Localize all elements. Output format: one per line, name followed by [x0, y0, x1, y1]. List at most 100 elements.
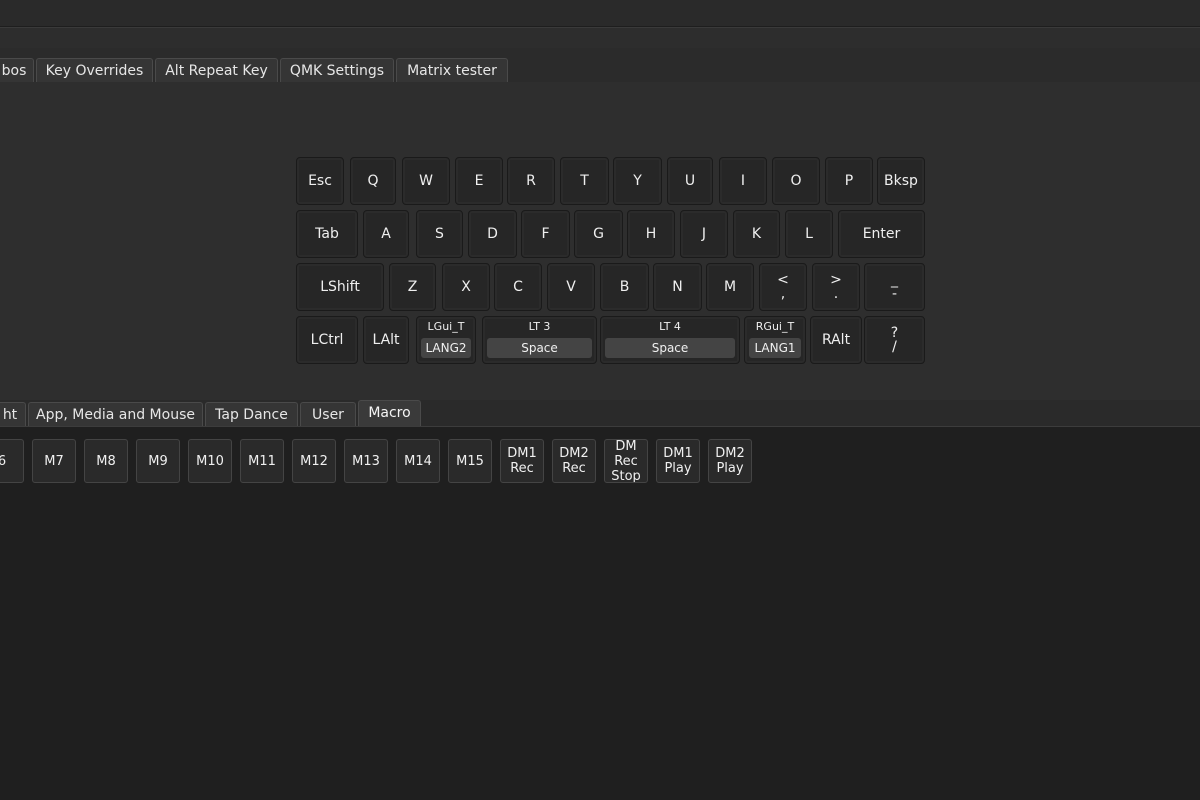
key-d[interactable]: D	[468, 210, 517, 258]
key-lalt[interactable]: LAlt	[363, 316, 409, 364]
key-enter[interactable]: Enter	[838, 210, 925, 258]
macro-key-dm1-play[interactable]: DM1 Play	[656, 439, 700, 483]
key-lgui-t[interactable]: LGui_T LANG2	[416, 316, 476, 364]
key-label: P	[844, 173, 854, 189]
macro-key-dm-rec-stop[interactable]: DM Rec Stop	[604, 439, 648, 483]
macro-key-m15[interactable]: M15	[448, 439, 492, 483]
key-label: T	[580, 173, 589, 189]
macro-key-dm1-rec[interactable]: DM1 Rec	[500, 439, 544, 483]
key-k[interactable]: K	[733, 210, 780, 258]
macro-key-6[interactable]: 6	[0, 439, 24, 483]
toolbar	[0, 27, 1200, 48]
macro-key-m7[interactable]: M7	[32, 439, 76, 483]
key-c[interactable]: C	[494, 263, 542, 311]
key-j[interactable]: J	[680, 210, 728, 258]
key-ralt[interactable]: RAlt	[810, 316, 862, 364]
key-r3-7[interactable]: ? /	[864, 316, 925, 364]
tab-qmk-settings[interactable]: QMK Settings	[280, 58, 394, 82]
tab-tap-dance[interactable]: Tap Dance	[205, 402, 298, 426]
key-b[interactable]: B	[600, 263, 649, 311]
macro-key-m8[interactable]: M8	[84, 439, 128, 483]
tab-combos[interactable]: bos	[0, 58, 34, 82]
key-q[interactable]: Q	[350, 157, 396, 205]
key-label: ? /	[890, 325, 899, 355]
tab-key-overrides[interactable]: Key Overrides	[36, 58, 153, 82]
key-label: J	[701, 226, 707, 242]
key-label: E	[474, 173, 484, 189]
key-label: > .	[830, 272, 842, 302]
key-x[interactable]: X	[442, 263, 490, 311]
macro-key-dm2-rec[interactable]: DM2 Rec	[552, 439, 596, 483]
key-u[interactable]: U	[667, 157, 713, 205]
key-modifier-label: LGui_T	[427, 320, 465, 333]
key-y[interactable]: Y	[613, 157, 662, 205]
key-tap-label: Space	[487, 338, 592, 358]
key-label: M	[723, 279, 737, 295]
macro-key-m10[interactable]: M10	[188, 439, 232, 483]
key-bksp[interactable]: Bksp	[877, 157, 925, 205]
key-label: O	[790, 173, 802, 189]
key-v[interactable]: V	[547, 263, 595, 311]
tab-app-media-mouse[interactable]: App, Media and Mouse	[28, 402, 203, 426]
key-n[interactable]: N	[653, 263, 702, 311]
tab-alt-repeat-key[interactable]: Alt Repeat Key	[155, 58, 278, 82]
key-label: C	[513, 279, 523, 295]
key-f[interactable]: F	[521, 210, 570, 258]
top-tab-bar: bos Key Overrides Alt Repeat Key QMK Set…	[0, 48, 1200, 82]
key-z[interactable]: Z	[389, 263, 436, 311]
key-r[interactable]: R	[507, 157, 555, 205]
key-o[interactable]: O	[772, 157, 820, 205]
key-esc[interactable]: Esc	[296, 157, 344, 205]
key-e[interactable]: E	[455, 157, 503, 205]
tab-matrix-tester[interactable]: Matrix tester	[396, 58, 508, 82]
key-p[interactable]: P	[825, 157, 873, 205]
tab-user[interactable]: User	[300, 402, 356, 426]
key-modifier-label: LT 4	[659, 320, 681, 333]
key-lt-3[interactable]: LT 3 Space	[482, 316, 597, 364]
key-w[interactable]: W	[402, 157, 450, 205]
key-t[interactable]: T	[560, 157, 609, 205]
key-label: W	[419, 173, 433, 189]
key-label: Bksp	[884, 173, 918, 189]
key-i[interactable]: I	[719, 157, 767, 205]
key-lctrl[interactable]: LCtrl	[296, 316, 358, 364]
key-label: Enter	[862, 226, 901, 242]
key-label: Q	[367, 173, 379, 189]
key-m[interactable]: M	[706, 263, 754, 311]
key-label: S	[435, 226, 444, 242]
key-r2-8[interactable]: < ,	[759, 263, 807, 311]
key-label: LAlt	[372, 332, 400, 348]
key-g[interactable]: G	[574, 210, 623, 258]
key-label: A	[381, 226, 391, 242]
key-label: B	[619, 279, 630, 295]
tab-macro[interactable]: Macro	[358, 400, 421, 426]
key-label: G	[593, 226, 604, 242]
key-a[interactable]: A	[363, 210, 409, 258]
key-l[interactable]: L	[785, 210, 833, 258]
key-rgui-t[interactable]: RGui_T LANG1	[744, 316, 806, 364]
macro-key-m14[interactable]: M14	[396, 439, 440, 483]
macro-key-m9[interactable]: M9	[136, 439, 180, 483]
tab-light[interactable]: ht	[0, 402, 26, 426]
key-label: Esc	[308, 173, 332, 189]
key-r2-10[interactable]: _ -	[864, 263, 925, 311]
key-label: V	[566, 279, 576, 295]
key-label: X	[461, 279, 471, 295]
key-label: _ -	[891, 272, 898, 302]
keycode-category-tabs: ht App, Media and Mouse Tap Dance User M…	[0, 400, 1200, 427]
key-lt-4[interactable]: LT 4 Space	[600, 316, 740, 364]
key-label: Z	[407, 279, 418, 295]
key-h[interactable]: H	[627, 210, 675, 258]
key-lshift[interactable]: LShift	[296, 263, 384, 311]
key-s[interactable]: S	[416, 210, 463, 258]
macro-key-m12[interactable]: M12	[292, 439, 336, 483]
key-label: L	[805, 226, 813, 242]
key-tab[interactable]: Tab	[296, 210, 358, 258]
macro-key-m11[interactable]: M11	[240, 439, 284, 483]
key-label: I	[740, 173, 746, 189]
macro-key-m13[interactable]: M13	[344, 439, 388, 483]
key-r2-9[interactable]: > .	[812, 263, 860, 311]
key-label: N	[672, 279, 683, 295]
key-label: Tab	[315, 226, 339, 242]
macro-key-dm2-play[interactable]: DM2 Play	[708, 439, 752, 483]
